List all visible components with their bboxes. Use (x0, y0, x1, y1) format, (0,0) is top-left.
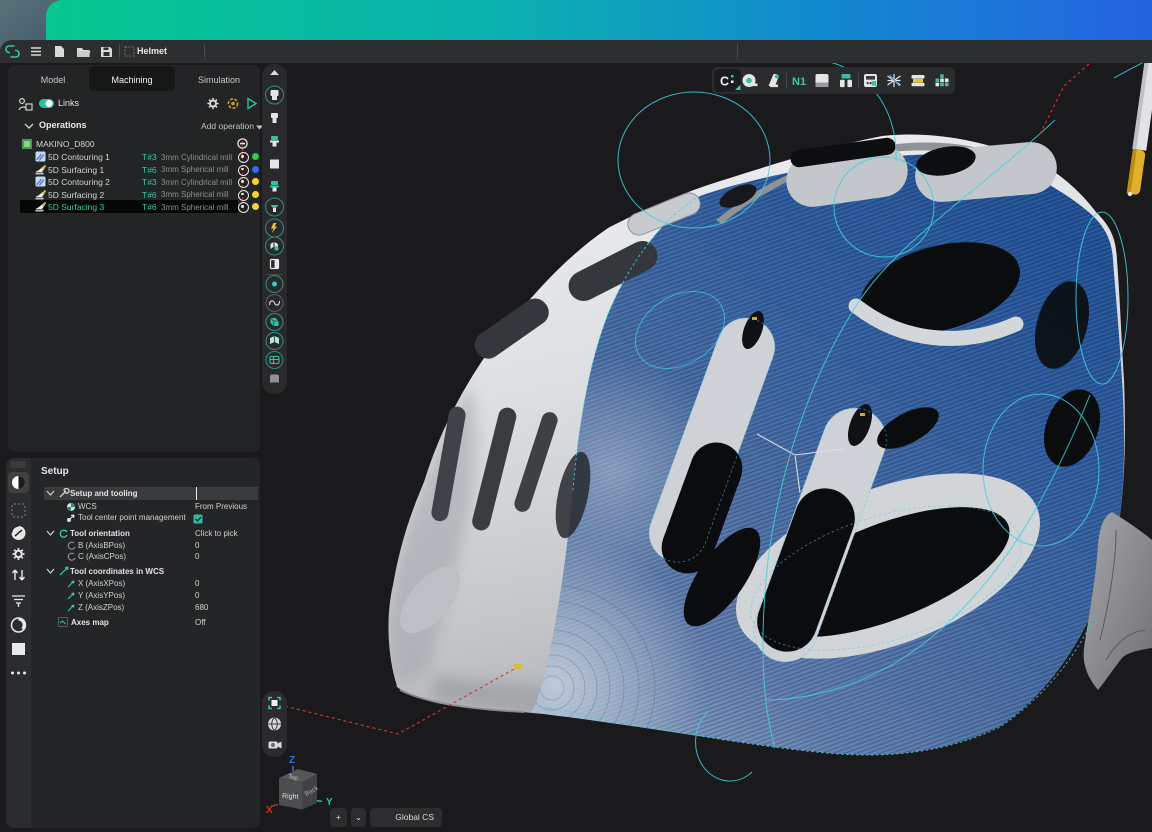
svg-text:Z: Z (289, 755, 295, 766)
svg-text:N1: N1 (792, 76, 806, 88)
svg-text:Y: Y (326, 797, 333, 808)
svg-text:X: X (266, 805, 273, 816)
svg-text:Right: Right (282, 793, 299, 801)
svg-text:C: C (720, 75, 729, 89)
